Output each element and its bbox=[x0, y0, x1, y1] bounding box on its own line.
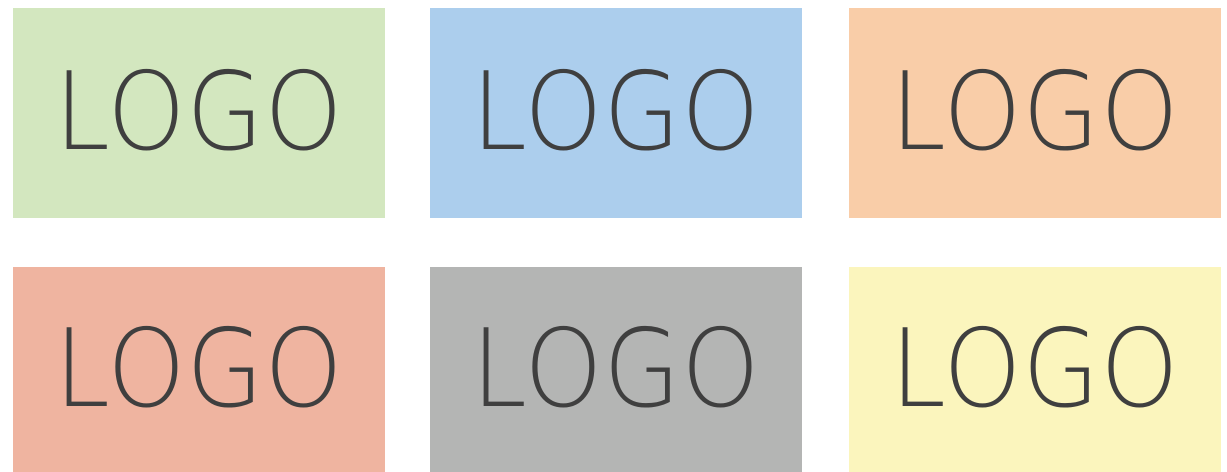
logo-text: LOGO bbox=[54, 50, 344, 175]
logo-tile-yellow: LOGO bbox=[849, 267, 1221, 472]
logo-text: LOGO bbox=[54, 306, 344, 432]
logo-tile-gray: LOGO bbox=[430, 267, 802, 472]
logo-text: LOGO bbox=[890, 50, 1180, 175]
logo-tile-green: LOGO bbox=[13, 8, 385, 218]
logo-text: LOGO bbox=[471, 306, 761, 432]
logo-tile-salmon: LOGO bbox=[13, 267, 385, 472]
logo-tile-blue: LOGO bbox=[430, 8, 802, 218]
logo-text: LOGO bbox=[471, 50, 761, 175]
logo-tile-orange: LOGO bbox=[849, 8, 1221, 218]
logo-text: LOGO bbox=[890, 306, 1180, 432]
logo-grid: LOGO LOGO LOGO LOGO LOGO LOGO bbox=[0, 0, 1227, 472]
